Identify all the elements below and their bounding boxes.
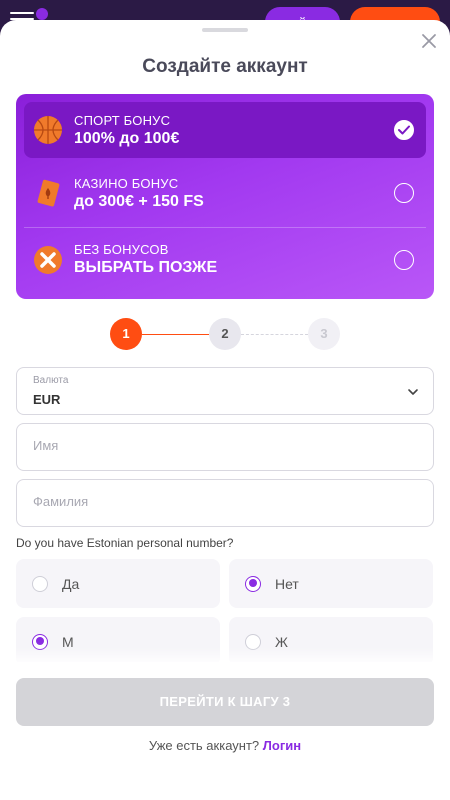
bonus-option-casino[interactable]: КАЗИНО БОНУС до 300€ + 150 FS [24, 165, 426, 221]
drag-handle[interactable] [202, 28, 248, 32]
currency-select[interactable]: Валюта EUR [16, 367, 434, 415]
close-button[interactable] [420, 32, 438, 50]
last-name-field [16, 479, 434, 527]
step-2-indicator: 2 [209, 318, 241, 350]
next-step-button[interactable]: ПЕРЕЙТИ К ШАГУ 3 [16, 678, 434, 726]
bonus-label: СПОРТ БОНУС [74, 112, 171, 128]
bottom-action-bar: ПЕРЕЙТИ К ШАГУ 3 Уже есть аккаунт? Логин [0, 662, 450, 780]
step-connector [142, 334, 209, 335]
step-3-indicator: 3 [308, 318, 340, 350]
bonus-label: БЕЗ БОНУСОВ [74, 242, 169, 257]
bonus-radio[interactable] [394, 249, 414, 270]
playing-card-icon [37, 179, 60, 207]
last-name-input[interactable] [33, 494, 413, 509]
registration-stepper: 1 2 3 [0, 318, 450, 352]
option-label: Да [62, 575, 80, 592]
personal-number-yes-option[interactable]: Да [16, 559, 220, 608]
checkmark-icon [398, 125, 410, 135]
option-label: Нет [275, 575, 299, 592]
bonus-radio[interactable] [394, 183, 414, 203]
bonus-label: КАЗИНО БОНУС [74, 175, 179, 191]
gender-female-option[interactable]: Ж [229, 617, 433, 666]
option-label: М [62, 633, 74, 650]
radio-button-selected[interactable] [32, 633, 48, 650]
step-1-indicator: 1 [110, 318, 142, 350]
option-label: Ж [275, 633, 288, 650]
radio-button[interactable] [245, 633, 261, 650]
bonus-value: ВЫБРАТЬ ПОЗЖЕ [74, 259, 218, 276]
bonus-value: до 300€ + 150 FS [74, 192, 204, 210]
bonus-value: 100% до 100€ [74, 129, 180, 147]
chevron-down-icon [408, 389, 418, 395]
bonus-selector: СПОРТ БОНУС 100% до 100€ КАЗИНО БОНУС до… [16, 94, 434, 299]
currency-value: EUR [33, 392, 61, 407]
bonus-radio-checked[interactable] [394, 120, 414, 140]
brand-logo [36, 8, 48, 20]
bonus-option-sport[interactable]: СПОРТ БОНУС 100% до 100€ [24, 102, 426, 158]
gender-male-option[interactable]: М [16, 617, 220, 666]
page-title: Создайте аккаунт [142, 56, 308, 77]
login-prompt: Уже есть аккаунт? Логин [0, 738, 450, 753]
login-link[interactable]: Логин [263, 738, 301, 753]
radio-button-selected[interactable] [245, 575, 261, 592]
step-connector [241, 334, 308, 335]
close-icon [422, 34, 436, 48]
personal-number-no-option[interactable]: Нет [229, 559, 433, 608]
bonus-option-none[interactable]: БЕЗ БОНУСОВ ВЫБРАТЬ ПОЗЖЕ [24, 227, 426, 291]
radio-button[interactable] [32, 575, 48, 592]
no-bonus-icon [34, 245, 62, 274]
currency-label: Валюта [33, 375, 69, 386]
first-name-field [16, 423, 434, 471]
basketball-icon [34, 116, 62, 144]
first-name-input[interactable] [33, 438, 413, 453]
have-account-text: Уже есть аккаунт? [148, 738, 260, 753]
personal-number-question: Do you have Estonian personal number? [16, 536, 234, 550]
